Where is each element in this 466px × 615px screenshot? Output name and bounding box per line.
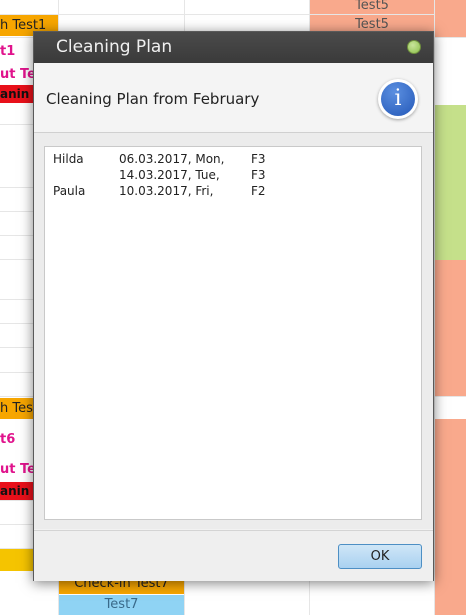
entry-label: t1 (0, 44, 16, 59)
dialog-header: Cleaning Plan from February i (34, 63, 433, 133)
cleaning-plan-textarea[interactable]: Hilda 06.03.2017, Mon, F3 14.03.2017, Tu… (44, 146, 422, 520)
entry-label: ut Te (0, 462, 36, 477)
calendar-entry[interactable]: Test5 (310, 0, 434, 14)
entry-label: ut Te (0, 67, 36, 82)
entry-label: Test5 (355, 17, 389, 32)
dialog-titlebar[interactable]: Cleaning Plan (34, 32, 433, 63)
ok-button[interactable]: OK (338, 544, 422, 569)
plan-date: 10.03.2017, Fri, (119, 184, 214, 198)
plan-room: F2 (251, 184, 266, 198)
dialog-footer: OK (34, 530, 433, 581)
plan-name: Paula (53, 184, 86, 198)
close-icon[interactable] (407, 40, 421, 54)
entry-label: Test5 (355, 0, 389, 13)
dialog-content: Hilda 06.03.2017, Mon, F3 14.03.2017, Tu… (34, 133, 433, 529)
plan-date: 06.03.2017, Mon, (119, 152, 225, 166)
dialog-title: Cleaning Plan (56, 37, 173, 57)
calendar-entry[interactable] (435, 105, 466, 260)
plan-name: Hilda (53, 152, 84, 166)
info-icon-glyph: i (381, 82, 415, 116)
header-text: Cleaning Plan from February (46, 90, 260, 108)
cleaning-plan-dialog: Cleaning Plan Cleaning Plan from Februar… (33, 31, 434, 581)
calendar-entry[interactable] (435, 419, 466, 615)
entry-label: anin (0, 87, 30, 101)
entry-label: Test7 (104, 597, 139, 612)
calendar-entry[interactable] (435, 0, 466, 37)
entry-label: t6 (0, 432, 16, 447)
plan-room: F3 (251, 168, 266, 182)
entry-label: anin (0, 484, 30, 498)
calendar-entry[interactable]: Test7 (59, 595, 184, 615)
plan-date: 14.03.2017, Tue, (119, 168, 220, 182)
info-icon: i (378, 79, 418, 119)
calendar-entry[interactable] (435, 260, 466, 396)
plan-room: F3 (251, 152, 266, 166)
